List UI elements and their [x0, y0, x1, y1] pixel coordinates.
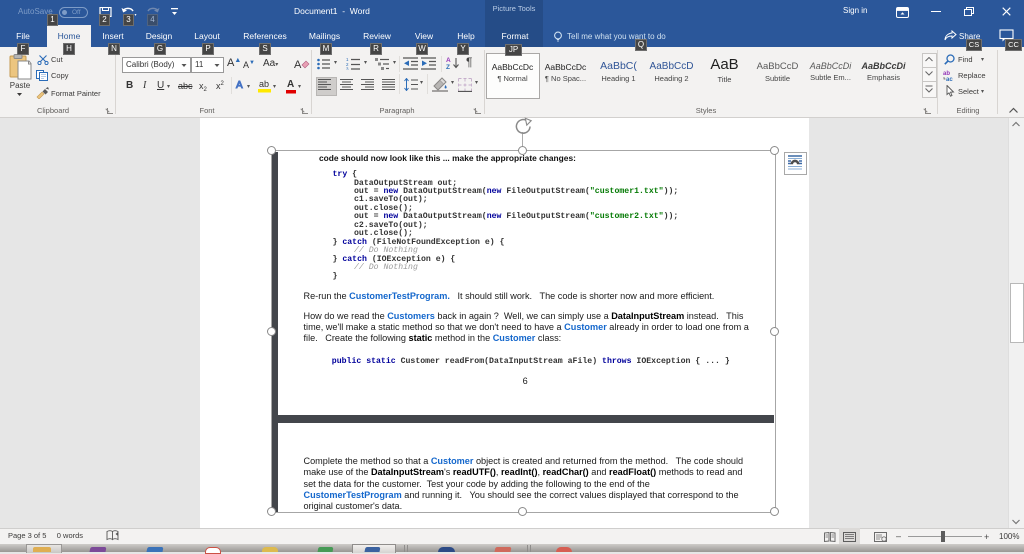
svg-text:ac: ac — [946, 77, 953, 81]
svg-text:A: A — [446, 57, 451, 64]
svg-text:3: 3 — [346, 67, 349, 71]
svg-text:Z: Z — [446, 64, 450, 70]
svg-text:A: A — [294, 59, 302, 71]
